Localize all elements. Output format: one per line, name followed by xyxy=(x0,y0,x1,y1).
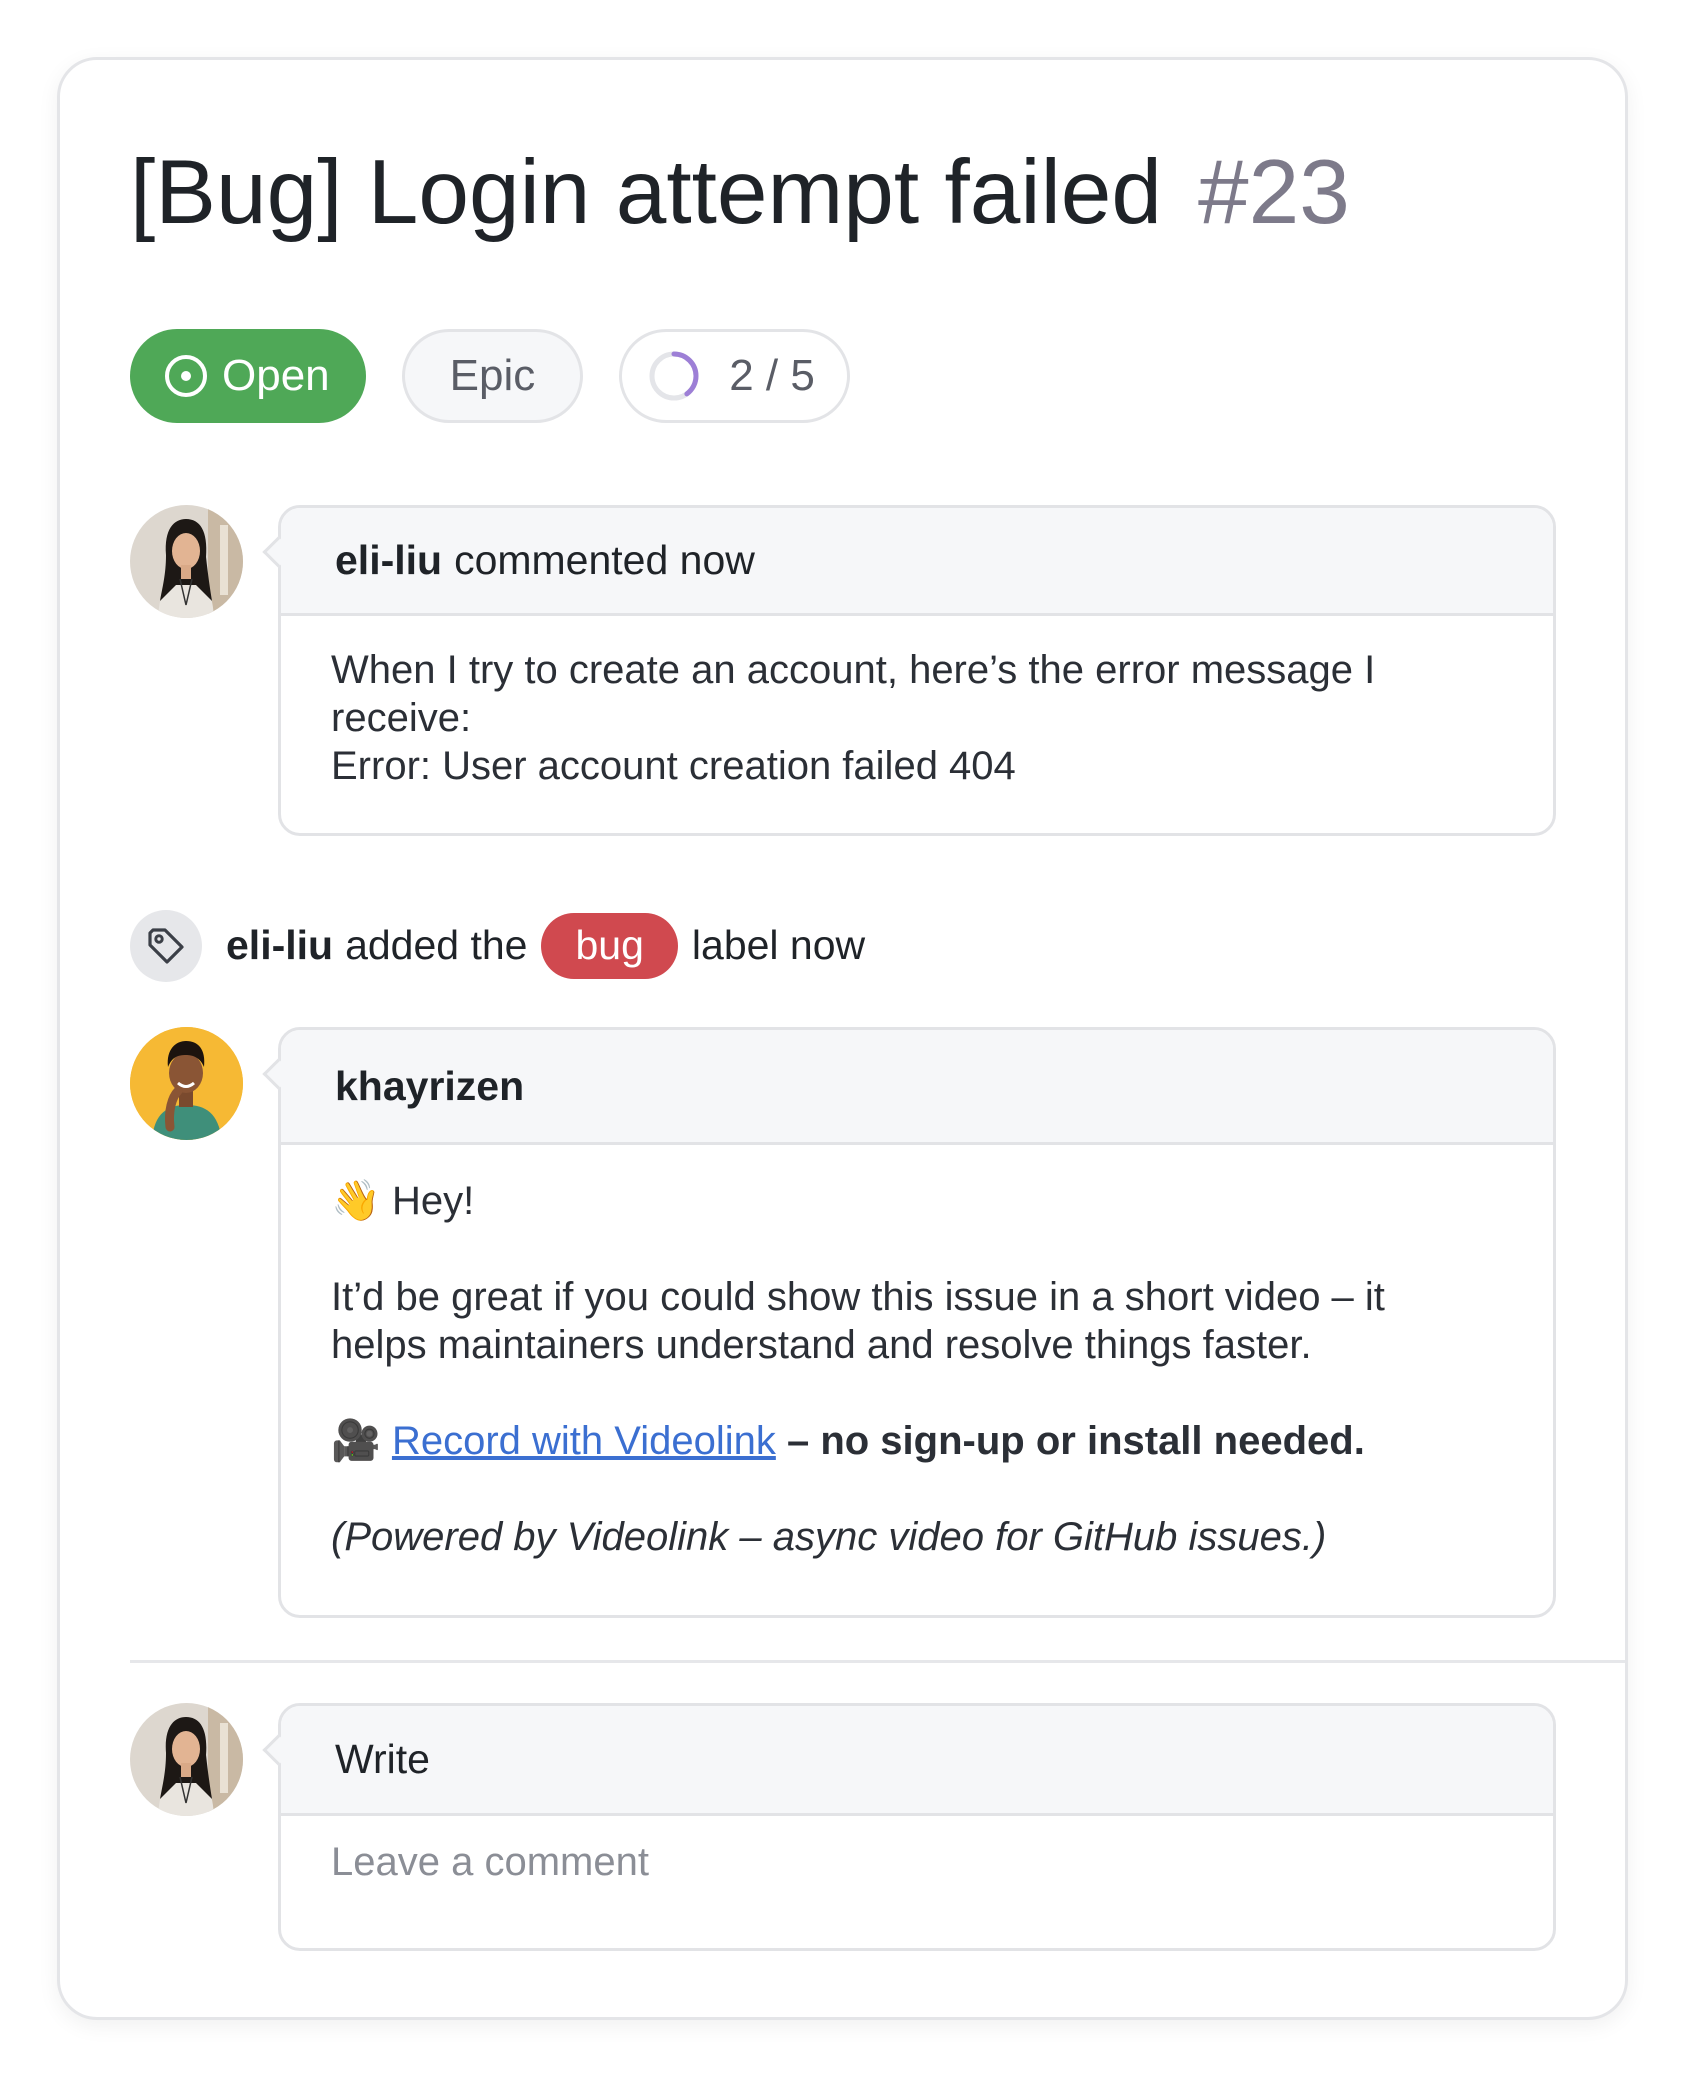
progress-ring-icon xyxy=(649,351,699,401)
comment-author[interactable]: khayrizen xyxy=(335,1063,524,1110)
videolink-line: 🎥 Record with Videolink – no sign-up or … xyxy=(331,1417,1503,1465)
comment-line: helps maintainers understand and resolve… xyxy=(331,1323,1312,1367)
open-status-label: Open xyxy=(222,351,330,400)
subtask-progress-badge[interactable]: 2 / 5 xyxy=(619,329,850,423)
video-camera-icon: 🎥 xyxy=(331,1419,381,1463)
comment-line: It’d be great if you could show this iss… xyxy=(331,1275,1385,1319)
comment-input[interactable]: Leave a comment xyxy=(281,1816,1553,1886)
issue-number: #23 xyxy=(1198,142,1350,243)
comment-author[interactable]: eli-liu xyxy=(335,537,442,584)
avatar-eli-liu[interactable] xyxy=(130,505,243,618)
record-with-videolink-link[interactable]: Record with Videolink xyxy=(392,1419,776,1463)
avatar-current-user-image xyxy=(130,1703,243,1816)
greeting-text: Hey! xyxy=(391,1179,475,1223)
issue-title-text: [Bug] Login attempt failed xyxy=(130,142,1163,243)
avatar-eli-liu-image xyxy=(130,505,243,618)
comment-khayrizen: khayrizen 👋 Hey! It’d be great if you co… xyxy=(278,1027,1556,1618)
timeline-divider xyxy=(130,1660,1625,1663)
issue-opened-icon xyxy=(165,355,207,397)
comment-line: Error: User account creation failed 404 xyxy=(331,744,1016,788)
comment-eli-liu: eli-liu commented now When I try to crea… xyxy=(278,505,1556,836)
event-prefix: added the xyxy=(345,922,528,968)
greeting-line: 👋 Hey! xyxy=(331,1177,1503,1225)
comment-line: receive: xyxy=(331,696,472,740)
epic-badge[interactable]: Epic xyxy=(401,329,584,423)
avatar-khayrizen-image xyxy=(130,1027,243,1140)
status-pills: Open Epic 2 / 5 xyxy=(130,329,850,423)
videolink-suffix: – no sign-up or install needed. xyxy=(786,1419,1365,1463)
comment-header: khayrizen xyxy=(281,1030,1553,1145)
avatar-current-user[interactable] xyxy=(130,1703,243,1816)
tag-icon xyxy=(148,927,184,964)
tag-event-icon xyxy=(130,909,202,982)
issue-title: [Bug] Login attempt failed #23 xyxy=(130,138,1350,248)
comment-header: eli-liu commented now xyxy=(281,508,1553,616)
powered-by-note: (Powered by Videolink – async video for … xyxy=(331,1515,1327,1559)
open-status-badge[interactable]: Open xyxy=(130,329,366,423)
label-added-event: eli-liu added the bug label now xyxy=(130,908,865,983)
issue-card: [Bug] Login attempt failed #23 Open Epic … xyxy=(57,57,1628,2020)
comment-body: 👋 Hey! It’d be great if you could show t… xyxy=(281,1145,1553,1561)
comment-input-placeholder: Leave a comment xyxy=(331,1840,649,1884)
waving-hand-icon: 👋 xyxy=(331,1179,381,1223)
comment-body: When I try to create an account, here’s … xyxy=(281,616,1553,790)
epic-label: Epic xyxy=(449,351,536,400)
progress-label: 2 / 5 xyxy=(729,351,815,400)
comment-line: When I try to create an account, here’s … xyxy=(331,648,1376,692)
composer-tabs: Write xyxy=(281,1706,1553,1816)
bug-label-badge[interactable]: bug xyxy=(541,912,678,979)
comment-composer: Write Leave a comment xyxy=(278,1703,1556,1951)
comment-meta: commented now xyxy=(454,537,755,583)
avatar-khayrizen[interactable] xyxy=(130,1027,243,1140)
event-suffix: label now xyxy=(691,922,866,968)
tab-write[interactable]: Write xyxy=(335,1736,430,1783)
event-author[interactable]: eli-liu xyxy=(226,922,333,969)
